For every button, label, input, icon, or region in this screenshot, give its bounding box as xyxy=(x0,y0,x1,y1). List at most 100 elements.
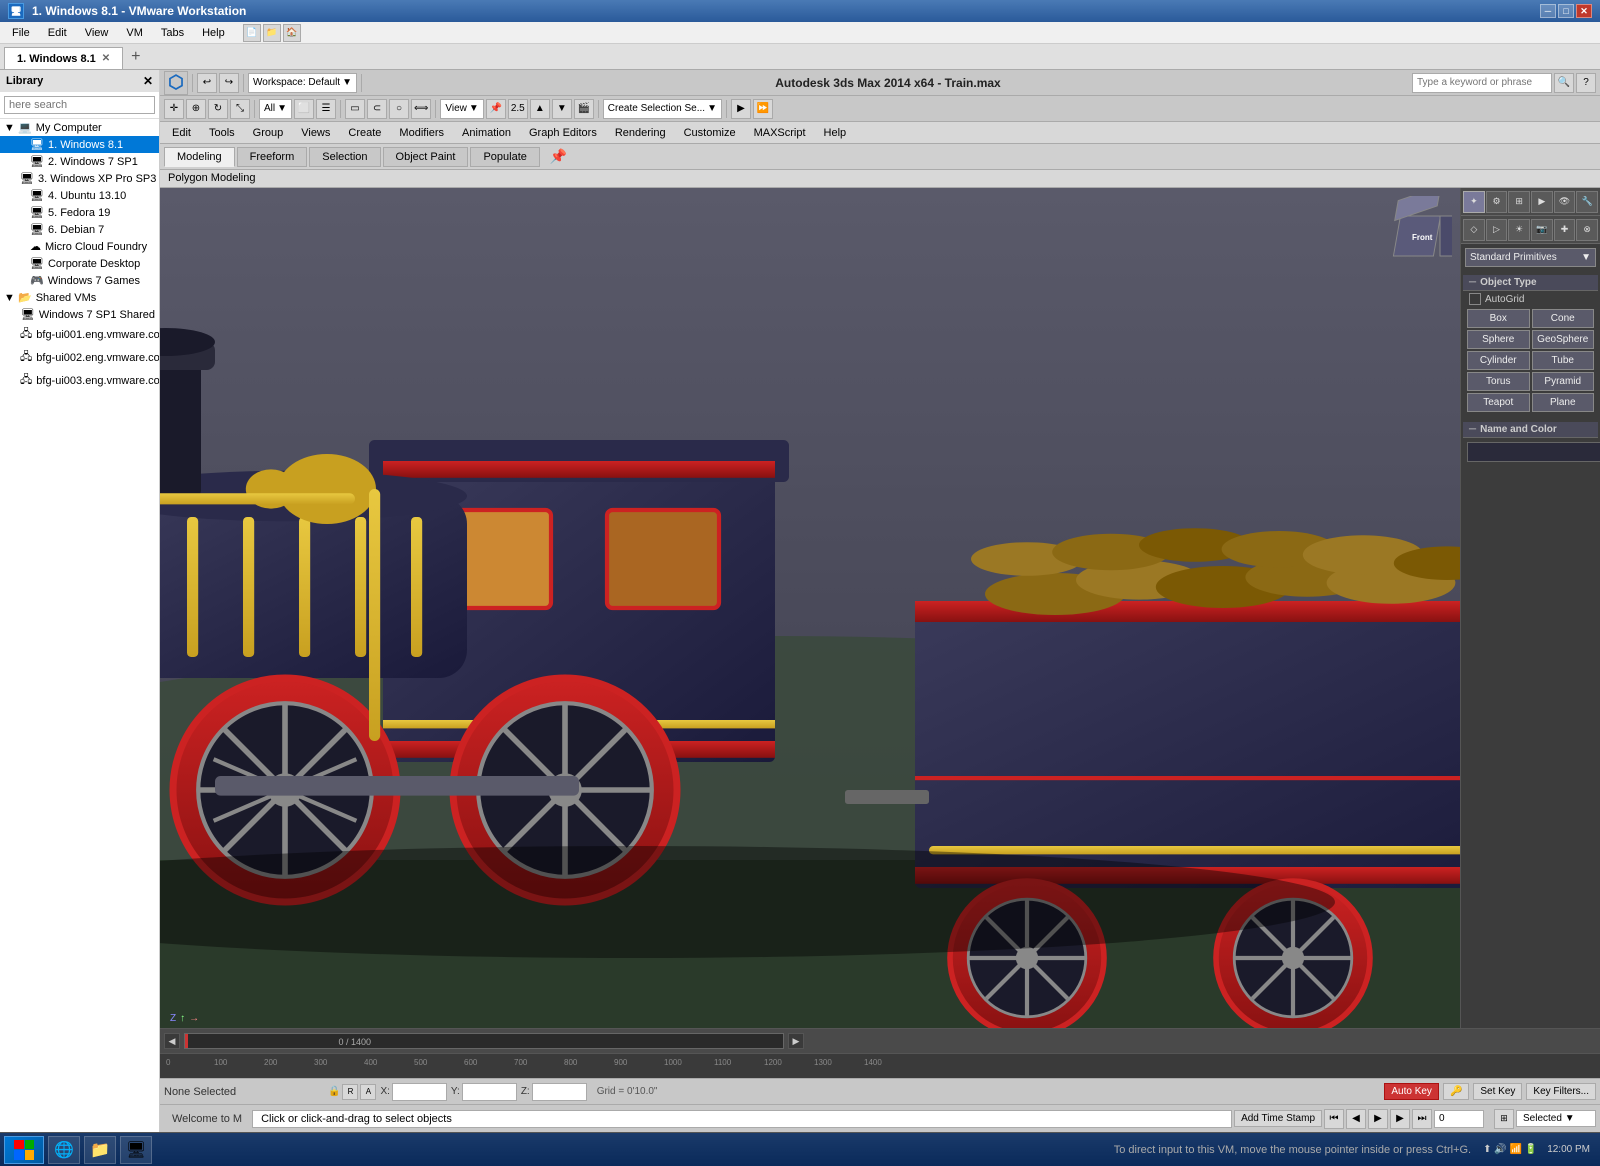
create-icon[interactable]: ✦ xyxy=(1463,191,1485,213)
percent-btn[interactable]: 2.5 xyxy=(508,99,528,119)
obj-btn-cylinder[interactable]: Cylinder xyxy=(1467,351,1530,370)
tree-item-corpdesktop[interactable]: 🖥 Corporate Desktop xyxy=(0,255,159,272)
ribbon-tab-objectpaint[interactable]: Object Paint xyxy=(383,147,469,167)
max-menu-modifiers[interactable]: Modifiers xyxy=(391,125,452,141)
ribbon-tab-modeling[interactable]: Modeling xyxy=(164,147,235,167)
workspace-dropdown[interactable]: Workspace: Default ▼ xyxy=(248,73,357,93)
search-input[interactable] xyxy=(4,96,155,114)
key-status-dropdown[interactable]: Selected ▼ xyxy=(1516,1110,1596,1127)
tree-item-sharedvms[interactable]: ▼ 📂 Shared VMs xyxy=(0,289,159,306)
object-name-input[interactable] xyxy=(1467,442,1600,462)
menu-edit[interactable]: Edit xyxy=(40,25,75,41)
filter-dropdown[interactable]: All ▼ xyxy=(259,99,292,119)
collapse-icon[interactable]: ─ xyxy=(1469,277,1476,288)
camera-icon[interactable]: 📷 xyxy=(1531,219,1553,241)
obj-btn-cone[interactable]: Cone xyxy=(1532,309,1595,328)
help-button[interactable]: ? xyxy=(1576,73,1596,93)
tree-item-bfg001[interactable]: 🖧 bfg-ui001.eng.vmware.com xyxy=(0,323,159,346)
collapse-icon[interactable]: ─ xyxy=(1469,424,1476,435)
obj-btn-pyramid[interactable]: Pyramid xyxy=(1532,372,1595,391)
search-button[interactable]: 🔍 xyxy=(1554,73,1574,93)
anim-btn2[interactable]: ⏩ xyxy=(753,99,773,119)
ribbon-tab-freeform[interactable]: Freeform xyxy=(237,147,308,167)
next-frame-btn[interactable]: ⏭ xyxy=(1412,1109,1432,1129)
obj-btn-sphere[interactable]: Sphere xyxy=(1467,330,1530,349)
coord-rel-btn[interactable]: R xyxy=(342,1084,358,1100)
menu-help[interactable]: Help xyxy=(194,25,233,41)
tree-item-win7shared[interactable]: 🖥 Windows 7 SP1 Shared xyxy=(0,306,159,323)
lasso-select[interactable]: ⊂ xyxy=(367,99,387,119)
autogrid-checkbox[interactable] xyxy=(1469,293,1481,305)
create-selection-dropdown[interactable]: Create Selection Se... ▼ xyxy=(603,99,722,119)
key-mode-toggle[interactable]: 🔑 xyxy=(1443,1083,1469,1100)
tree-item-debian[interactable]: 🖥 6. Debian 7 xyxy=(0,221,159,238)
tree-item-fedora[interactable]: 🖥 5. Fedora 19 xyxy=(0,204,159,221)
play-btn[interactable]: ▶ xyxy=(1368,1109,1388,1129)
ribbon-pin-icon[interactable]: 📌 xyxy=(550,148,567,165)
utilities-icon[interactable]: 🔧 xyxy=(1576,191,1598,213)
tree-item-wingames[interactable]: 🎮 Windows 7 Games xyxy=(0,272,159,289)
tl-forward-btn[interactable]: ▶ xyxy=(788,1033,804,1049)
tree-item-win81[interactable]: 🖥 1. Windows 8.1 xyxy=(0,136,159,153)
scale-tool[interactable]: ⤡ xyxy=(230,99,250,119)
hierarchy-icon[interactable]: ⊞ xyxy=(1508,191,1530,213)
minimize-button[interactable]: ─ xyxy=(1540,4,1556,18)
menu-vm[interactable]: VM xyxy=(118,25,151,41)
coord-abs-btn[interactable]: A xyxy=(360,1084,376,1100)
toolbar-redo[interactable]: ↪ xyxy=(219,73,239,93)
move-tool[interactable]: ⊕ xyxy=(186,99,206,119)
snap-toggle[interactable]: 📌 xyxy=(486,99,506,119)
toolbar-open[interactable]: 📁 xyxy=(263,24,281,42)
rect-select[interactable]: ▭ xyxy=(345,99,365,119)
space-icon[interactable]: ⊗ xyxy=(1576,219,1598,241)
max-menu-grapheditors[interactable]: Graph Editors xyxy=(521,125,605,141)
max-menu-create[interactable]: Create xyxy=(340,125,389,141)
add-time-stamp-btn[interactable]: Add Time Stamp xyxy=(1234,1110,1322,1127)
set-key-btn[interactable]: Set Key xyxy=(1473,1083,1522,1100)
anim-btn1[interactable]: ▶ xyxy=(731,99,751,119)
toolbar-home[interactable]: 🏠 xyxy=(283,24,301,42)
tray-icons[interactable]: ⬆ 🔊 📶 🔋 xyxy=(1483,1144,1537,1155)
max-menu-views[interactable]: Views xyxy=(293,125,338,141)
tree-item-bfg003[interactable]: 🖧 bfg-ui003.eng.vmware.com xyxy=(0,369,159,392)
motion-icon[interactable]: ▶ xyxy=(1531,191,1553,213)
nav-cube[interactable]: Front xyxy=(1384,196,1452,264)
tree-item-mycomputer[interactable]: ▼ 💻 My Computer xyxy=(0,119,159,136)
search-field[interactable] xyxy=(1412,73,1552,93)
spinner-up[interactable]: ▲ xyxy=(530,99,550,119)
maximize-button[interactable]: □ xyxy=(1558,4,1574,18)
tree-item-win7sp1[interactable]: 🖥 2. Windows 7 SP1 xyxy=(0,153,159,170)
z-input[interactable] xyxy=(532,1083,587,1101)
toolbar-undo[interactable]: ↩ xyxy=(197,73,217,93)
taskbar-ie-icon[interactable]: 🌐 xyxy=(48,1136,80,1164)
menu-tabs[interactable]: Tabs xyxy=(153,25,192,41)
viewport[interactable]: [+] [Perspective] [Realistic] xyxy=(160,188,1460,1028)
obj-btn-plane[interactable]: Plane xyxy=(1532,393,1595,412)
shape-icon[interactable]: ▷ xyxy=(1486,219,1508,241)
ribbon-tab-populate[interactable]: Populate xyxy=(470,147,539,167)
light-icon[interactable]: ☀ xyxy=(1508,219,1530,241)
display-icon[interactable]: 👁 xyxy=(1554,191,1576,213)
spinner-dn[interactable]: ▼ xyxy=(552,99,572,119)
y-input[interactable] xyxy=(462,1083,517,1101)
max-menu-group[interactable]: Group xyxy=(245,125,292,141)
menu-view[interactable]: View xyxy=(77,25,117,41)
tab-windows81[interactable]: 1. Windows 8.1 ✕ xyxy=(4,47,123,69)
obj-btn-tube[interactable]: Tube xyxy=(1532,351,1595,370)
tree-item-winxp[interactable]: 🖥 3. Windows XP Pro SP3 xyxy=(0,170,159,187)
prev-key-btn[interactable]: ◀ xyxy=(1346,1109,1366,1129)
max-menu-rendering[interactable]: Rendering xyxy=(607,125,674,141)
helper-icon[interactable]: ✚ xyxy=(1554,219,1576,241)
tree-item-mcf[interactable]: ☁ Micro Cloud Foundry xyxy=(0,238,159,255)
prev-frame-btn[interactable]: ⏮ xyxy=(1324,1109,1344,1129)
select-region[interactable]: ⬜ xyxy=(294,99,314,119)
taskbar-vmware-icon[interactable]: 🖥 xyxy=(120,1136,152,1164)
x-input[interactable] xyxy=(392,1083,447,1101)
obj-btn-teapot[interactable]: Teapot xyxy=(1467,393,1530,412)
ribbon-tab-selection[interactable]: Selection xyxy=(309,147,380,167)
select-by-name[interactable]: ☰ xyxy=(316,99,336,119)
tree-item-bfg002[interactable]: 🖧 bfg-ui002.eng.vmware.com xyxy=(0,346,159,369)
taskbar-explorer-icon[interactable]: 📁 xyxy=(84,1136,116,1164)
add-tab-button[interactable]: + xyxy=(123,48,148,66)
max-menu-tools[interactable]: Tools xyxy=(201,125,243,141)
